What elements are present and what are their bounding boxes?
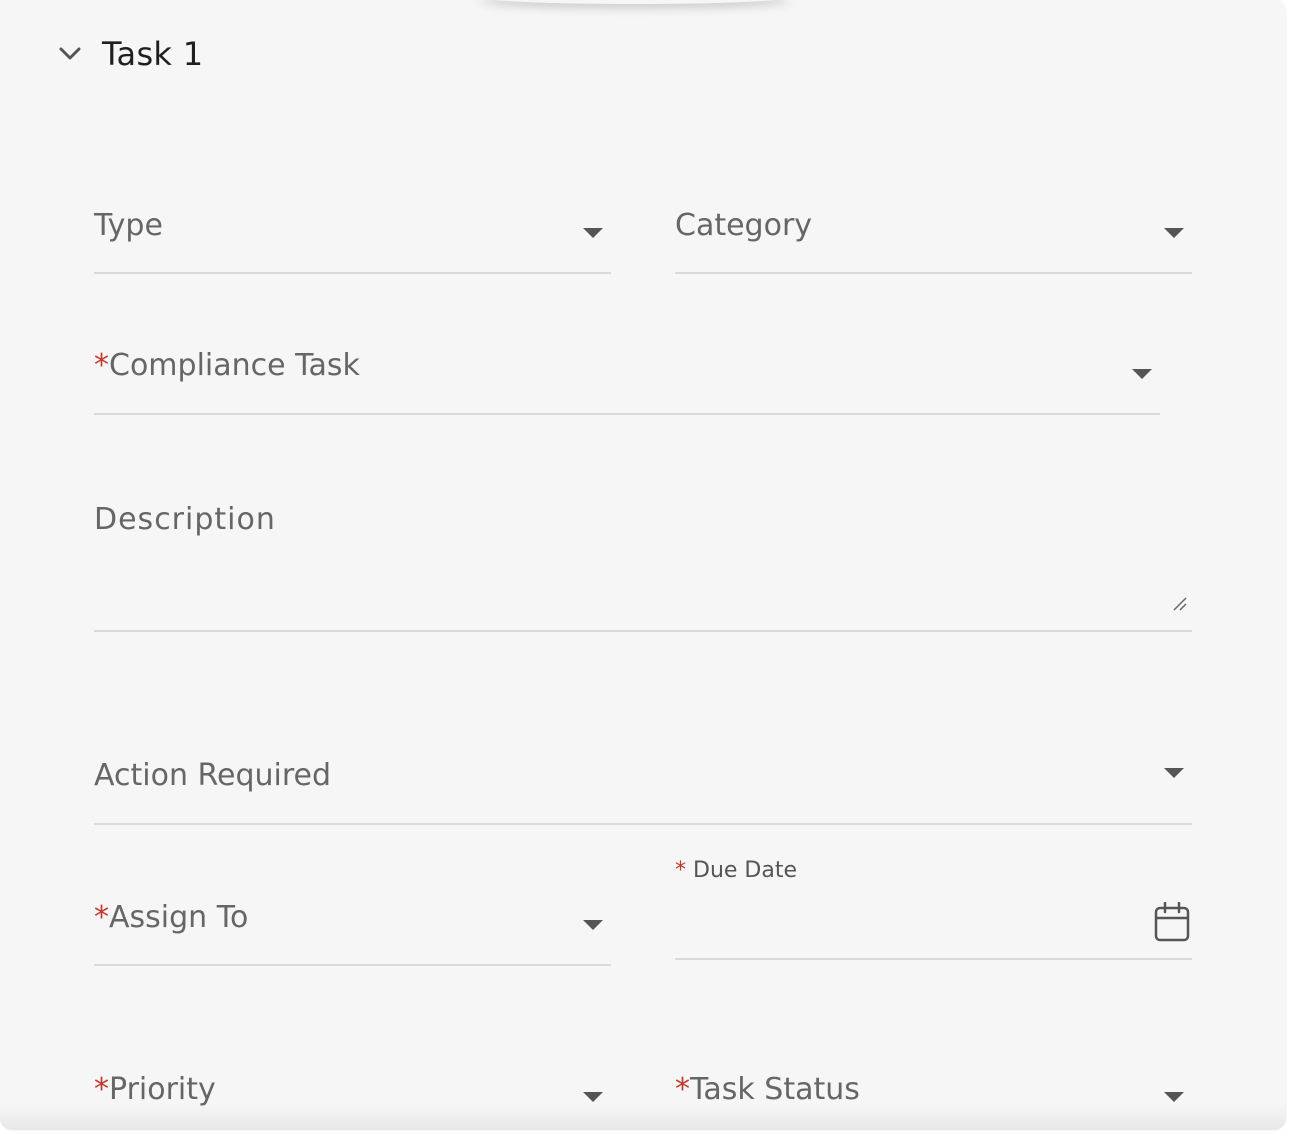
task-panel: Task 1 Type Category *Compliance Task De… (0, 0, 1286, 1130)
caret-down-icon (1132, 369, 1152, 379)
caret-down-icon (1164, 1092, 1184, 1102)
description-label: Description (94, 502, 276, 537)
required-marker: * (94, 900, 109, 935)
caret-down-icon (583, 920, 603, 930)
caret-down-icon (583, 1092, 603, 1102)
description-textarea[interactable]: Description (94, 494, 1192, 632)
section-header[interactable]: Task 1 (56, 30, 203, 78)
task-status-select[interactable]: *Task Status (675, 1064, 1192, 1130)
type-select[interactable]: Type (94, 200, 611, 274)
top-shadow (480, 0, 790, 4)
required-marker: * (94, 348, 109, 383)
action-required-select[interactable]: Action Required (94, 748, 1192, 825)
action-required-label: Action Required (94, 758, 332, 793)
due-date-input[interactable] (675, 860, 1192, 960)
chevron-down-icon[interactable] (56, 40, 84, 68)
caret-down-icon (583, 228, 603, 238)
priority-select[interactable]: *Priority (94, 1064, 611, 1130)
category-select[interactable]: Category (675, 200, 1192, 274)
type-label: Type (94, 208, 163, 243)
task-status-label: *Task Status (675, 1072, 860, 1107)
compliance-task-label: *Compliance Task (94, 348, 360, 383)
resize-handle-icon[interactable] (1172, 596, 1188, 616)
required-marker: * (94, 1072, 109, 1107)
assign-to-label: *Assign To (94, 900, 249, 935)
caret-down-icon (1164, 768, 1184, 778)
compliance-task-select[interactable]: *Compliance Task (94, 342, 1160, 415)
assign-to-select[interactable]: *Assign To (94, 892, 611, 966)
calendar-icon[interactable] (1154, 901, 1190, 946)
category-label: Category (675, 208, 813, 243)
caret-down-icon (1164, 228, 1184, 238)
priority-label: *Priority (94, 1072, 216, 1107)
section-title: Task 1 (102, 35, 204, 73)
required-marker: * (675, 1072, 690, 1107)
